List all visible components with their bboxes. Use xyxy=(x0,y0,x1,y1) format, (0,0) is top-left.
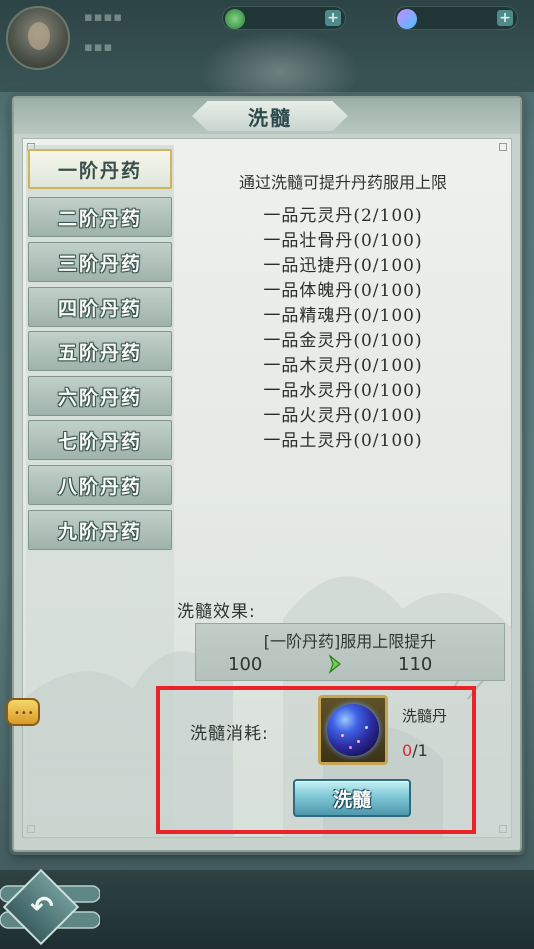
tab-tier-6[interactable]: 六阶丹药 xyxy=(28,376,172,416)
jade-icon xyxy=(225,9,245,29)
effect-from-value: 100 xyxy=(228,654,263,675)
list-item: 一品土灵丹(0/100) xyxy=(263,431,423,451)
panel-title: 洗髓 xyxy=(248,105,292,130)
add-gem-button[interactable]: + xyxy=(497,10,513,26)
list-item: 一品壮骨丹(0/100) xyxy=(263,231,423,251)
tab-label: 二阶丹药 xyxy=(57,207,142,230)
player-level-blurred: ▪▪▪ xyxy=(84,40,114,55)
list-item: 一品水灵丹(0/100) xyxy=(263,381,423,401)
list-item: 一品金灵丹(0/100) xyxy=(263,331,423,351)
list-item: 一品体魄丹(0/100) xyxy=(263,281,423,301)
tab-label: 六阶丹药 xyxy=(57,386,142,409)
tab-label: 八阶丹药 xyxy=(57,475,142,498)
currency-gem: + xyxy=(394,6,518,30)
effect-to-value: 110 xyxy=(398,654,433,675)
effect-box: [一阶丹药]服用上限提升 100 110 xyxy=(195,623,505,681)
tab-label: 九阶丹药 xyxy=(57,520,142,543)
pill-limit-list: 一品元灵丹(2/100) 一品壮骨丹(0/100) 一品迅捷丹(0/100) 一… xyxy=(173,201,513,451)
tab-label: 七阶丹药 xyxy=(57,430,142,453)
tab-label: 三阶丹药 xyxy=(57,252,142,275)
description-text: 通过洗髓可提升丹药服用上限 xyxy=(238,173,447,192)
player-name-blurred: ▪▪▪▪ xyxy=(84,10,124,25)
list-item: 一品精魂丹(0/100) xyxy=(263,306,423,326)
list-item: 一品木灵丹(0/100) xyxy=(263,356,423,376)
tab-label: 一阶丹药 xyxy=(57,159,142,182)
tier-tab-list: 一阶丹药 二阶丹药 三阶丹药 四阶丹药 五阶丹药 六阶丹药 七阶丹药 八阶丹药 … xyxy=(26,145,174,835)
effect-label: 洗髓效果: xyxy=(177,602,256,622)
avatar[interactable] xyxy=(6,6,70,70)
tab-tier-4[interactable]: 四阶丹药 xyxy=(28,287,172,327)
tab-tier-5[interactable]: 五阶丹药 xyxy=(28,331,172,371)
highlight-box xyxy=(156,686,476,834)
title-plaque: 洗髓 xyxy=(192,101,348,131)
list-item: 一品元灵丹(2/100) xyxy=(263,206,423,226)
panel-header: 洗髓 xyxy=(14,98,520,134)
tab-tier-3[interactable]: 三阶丹药 xyxy=(28,242,172,282)
tab-label: 四阶丹药 xyxy=(57,297,142,320)
tab-label: 五阶丹药 xyxy=(57,341,142,364)
tab-tier-9[interactable]: 九阶丹药 xyxy=(28,510,172,550)
list-item: 一品火灵丹(0/100) xyxy=(263,406,423,426)
gem-icon xyxy=(397,9,417,29)
list-item: 一品迅捷丹(0/100) xyxy=(263,256,423,276)
character-background xyxy=(200,30,360,100)
currency-jade: + xyxy=(222,6,346,30)
back-arrow-icon: ↶ xyxy=(30,890,54,923)
add-jade-button[interactable]: + xyxy=(325,10,341,26)
chat-bubble-icon[interactable]: ••• xyxy=(6,698,40,726)
green-chevron-right-icon xyxy=(328,654,341,674)
tab-tier-2[interactable]: 二阶丹药 xyxy=(28,197,172,237)
tab-tier-1[interactable]: 一阶丹药 xyxy=(28,149,172,189)
tab-tier-8[interactable]: 八阶丹药 xyxy=(28,465,172,505)
effect-title: [一阶丹药]服用上限提升 xyxy=(263,632,437,651)
top-status-bar: ▪▪▪▪ ▪▪▪ + + xyxy=(0,0,534,100)
tab-tier-7[interactable]: 七阶丹药 xyxy=(28,420,172,460)
frame-corner xyxy=(499,143,507,151)
